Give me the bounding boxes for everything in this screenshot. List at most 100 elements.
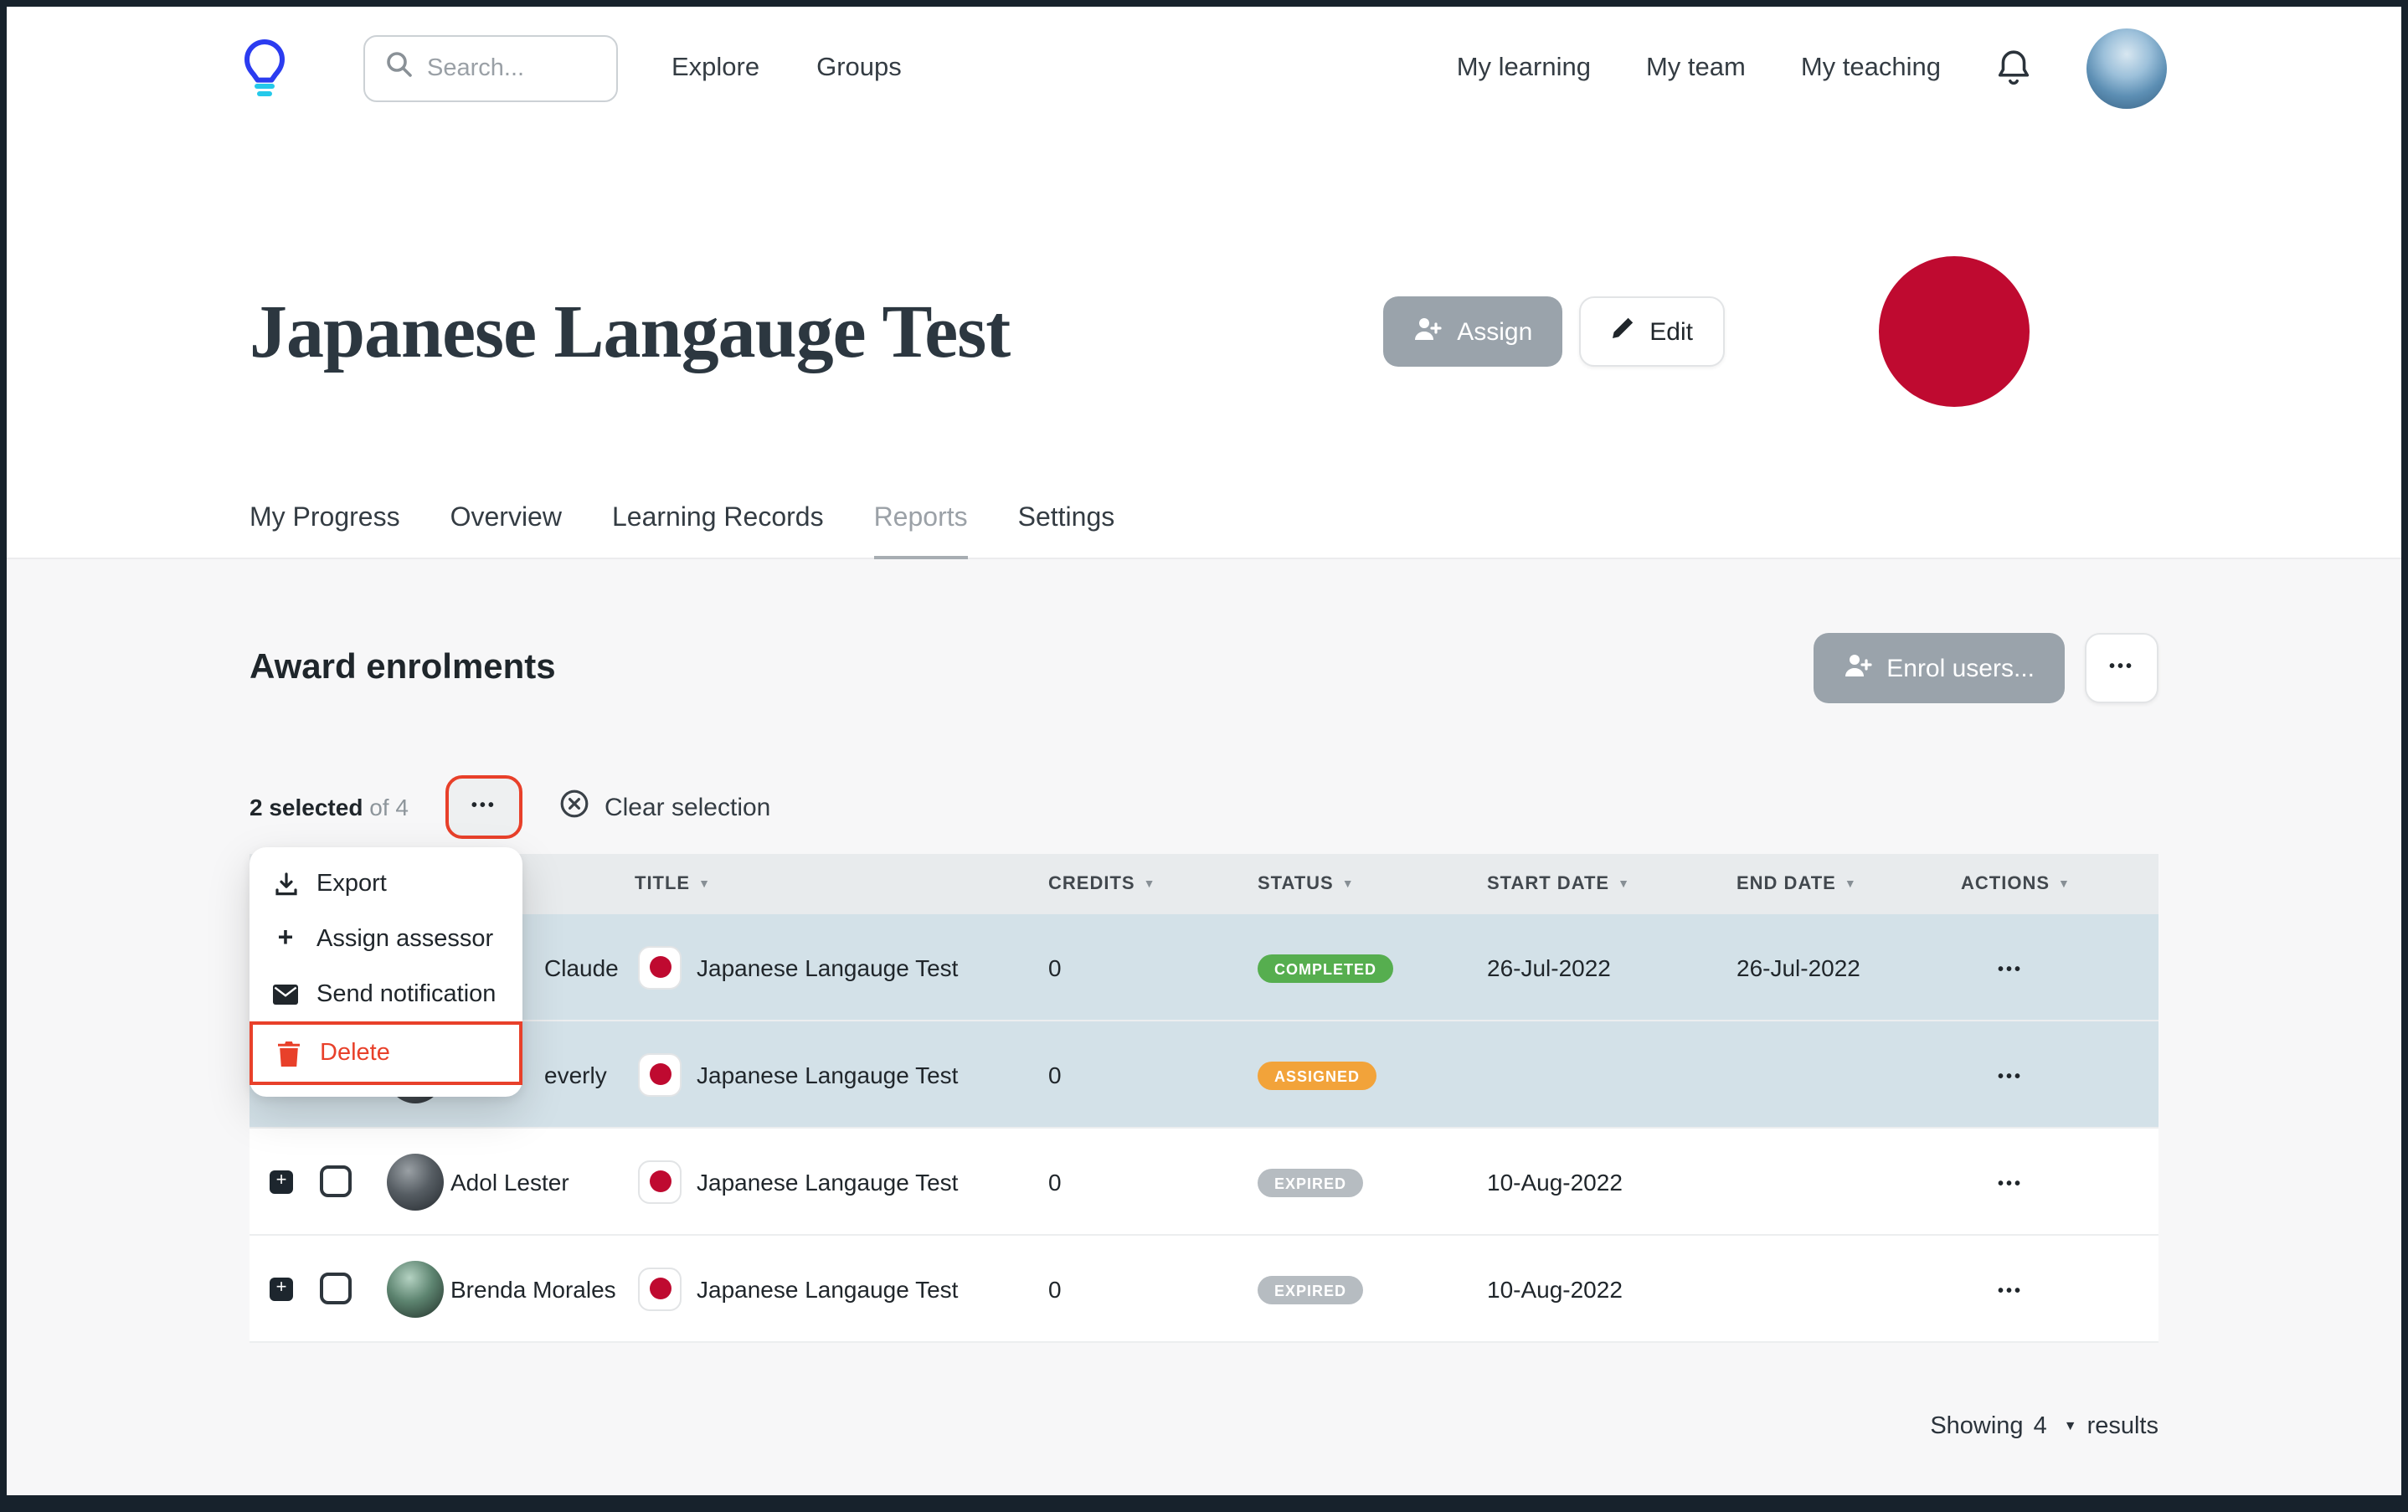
nav-my-team[interactable]: My team	[1646, 53, 1746, 83]
envelope-icon	[271, 984, 300, 1004]
column-header-status[interactable]: STATUS ▼	[1248, 874, 1477, 894]
ellipsis-icon: •••	[1998, 1175, 2024, 1194]
results-label: results	[2086, 1413, 2158, 1440]
results-count-select[interactable]: 4 ▼	[2034, 1413, 2077, 1440]
clear-selection-label: Clear selection	[604, 793, 771, 821]
row-actions-button[interactable]: •••	[1991, 1269, 2030, 1308]
bulk-actions-menu: Export + Assign assessor Send notificati…	[250, 847, 522, 1097]
course-title-link[interactable]: Japanese Langauge Test	[697, 954, 958, 980]
clear-circle-x-icon	[559, 789, 589, 825]
course-flag-icon	[638, 1160, 682, 1203]
course-flag-icon	[638, 1052, 682, 1096]
showing-label: Showing	[1930, 1413, 2024, 1440]
course-tabs: My Progress Overview Learning Records Re…	[7, 504, 2401, 559]
row-checkbox[interactable]	[320, 1273, 352, 1304]
enrol-users-button[interactable]: Enrol users...	[1813, 633, 2065, 703]
course-title-link[interactable]: Japanese Langauge Test	[697, 1275, 958, 1302]
start-date-value: 10-Aug-2022	[1487, 1168, 1623, 1195]
ellipsis-icon: •••	[1998, 1283, 2024, 1301]
more-actions-button[interactable]: •••	[2085, 633, 2158, 703]
column-header-credits[interactable]: CREDITS ▼	[1038, 874, 1248, 894]
row-checkbox[interactable]	[320, 1165, 352, 1197]
course-image-japan-flag	[1879, 256, 2030, 407]
nav-groups[interactable]: Groups	[816, 53, 902, 83]
credits-value: 0	[1048, 954, 1062, 980]
sort-caret-icon: ▼	[1844, 879, 1857, 891]
column-header-actions[interactable]: ACTIONS ▼	[1951, 874, 2158, 894]
nav-my-teaching[interactable]: My teaching	[1801, 53, 1941, 83]
expand-row-button[interactable]: +	[270, 1277, 293, 1300]
table-header-row: TITLE ▼ CREDITS ▼ STATUS ▼ START DATE ▼ END …	[250, 854, 2158, 914]
assign-button[interactable]: Assign	[1383, 296, 1563, 367]
table-row: + Brenda Morales Japanese Langauge Test …	[250, 1236, 2158, 1343]
column-header-start-date[interactable]: START DATE ▼	[1477, 874, 1726, 894]
search-input[interactable]	[427, 54, 596, 81]
menu-item-export[interactable]: Export	[250, 856, 522, 911]
learner-name[interactable]: Brenda Morales	[447, 1275, 616, 1302]
top-navbar: Explore Groups My learning My team My te…	[7, 7, 2401, 129]
trash-icon	[275, 1041, 303, 1066]
learner-avatar	[387, 1260, 444, 1317]
notifications-bell-icon[interactable]	[1996, 49, 2031, 87]
start-date-value: 10-Aug-2022	[1487, 1275, 1623, 1302]
menu-item-send-notification[interactable]: Send notification	[250, 966, 522, 1021]
results-footer: Showing 4 ▼ results	[250, 1413, 2158, 1440]
course-title-link[interactable]: Japanese Langauge Test	[697, 1061, 958, 1088]
enrol-person-icon	[1843, 652, 1871, 684]
ellipsis-icon: •••	[471, 797, 497, 815]
course-title-link[interactable]: Japanese Langauge Test	[697, 1168, 958, 1195]
status-badge: EXPIRED	[1258, 1168, 1364, 1196]
column-header-title[interactable]: TITLE ▼	[625, 874, 1038, 894]
user-nav: My learning My team My teaching	[1457, 28, 2167, 108]
course-header: Japanese Langauge Test Assign Edit My Pr…	[7, 129, 2401, 559]
sort-caret-icon: ▼	[1143, 879, 1156, 891]
pencil-icon	[1611, 316, 1634, 347]
start-date-value: 26-Jul-2022	[1487, 954, 1611, 980]
search-box[interactable]	[363, 34, 618, 101]
ellipsis-icon: •••	[1998, 1068, 2024, 1087]
table-row: + everly Japanese Langauge Test 0 ASSIGN…	[250, 1021, 2158, 1129]
app-logo-lightbulb-icon[interactable]	[241, 36, 291, 100]
status-badge: EXPIRED	[1258, 1275, 1364, 1304]
row-actions-button[interactable]: •••	[1991, 948, 2030, 986]
menu-item-assign-assessor[interactable]: + Assign assessor	[250, 911, 522, 966]
row-actions-button[interactable]: •••	[1991, 1055, 2030, 1093]
section-heading: Award enrolments	[250, 648, 556, 687]
tab-settings[interactable]: Settings	[1018, 504, 1115, 559]
tab-overview[interactable]: Overview	[450, 504, 562, 559]
primary-nav: Explore Groups	[671, 53, 902, 83]
page-title: Japanese Langauge Test	[250, 290, 1011, 373]
menu-item-delete[interactable]: Delete	[250, 1021, 522, 1085]
search-icon	[385, 50, 412, 85]
assign-person-icon	[1413, 316, 1442, 347]
selection-count: 2 selected of 4	[250, 794, 409, 820]
column-header-end-date[interactable]: END DATE ▼	[1726, 874, 1951, 894]
credits-value: 0	[1048, 1168, 1062, 1195]
menu-item-label: Assign assessor	[316, 925, 494, 952]
sort-caret-icon: ▼	[698, 879, 711, 891]
nav-explore[interactable]: Explore	[671, 53, 759, 83]
tab-reports[interactable]: Reports	[873, 504, 968, 559]
sort-caret-icon: ▼	[1618, 879, 1630, 891]
edit-button[interactable]: Edit	[1579, 296, 1725, 367]
clear-selection-button[interactable]: Clear selection	[559, 789, 770, 825]
ellipsis-icon: •••	[1998, 961, 2024, 980]
main-content: Award enrolments Enrol users... ••• 2 se…	[7, 559, 2401, 1495]
row-actions-button[interactable]: •••	[1991, 1162, 2030, 1201]
tab-my-progress[interactable]: My Progress	[250, 504, 400, 559]
learner-avatar	[387, 1153, 444, 1210]
table-row: + Claude Japanese Langauge Test 0 COMPLE…	[250, 914, 2158, 1021]
nav-my-learning[interactable]: My learning	[1457, 53, 1591, 83]
assign-button-label: Assign	[1457, 317, 1533, 346]
learner-name[interactable]: Adol Lester	[447, 1168, 569, 1195]
tab-learning-records[interactable]: Learning Records	[612, 504, 824, 559]
selection-count-rest: of 4	[369, 794, 409, 820]
plus-icon: +	[277, 923, 294, 952]
expand-row-button[interactable]: +	[270, 1170, 293, 1193]
selection-bar: 2 selected of 4 ••• Clear selection	[250, 770, 2158, 844]
selection-more-button[interactable]: •••	[445, 775, 522, 839]
user-avatar[interactable]	[2086, 28, 2167, 108]
menu-item-label: Send notification	[316, 980, 497, 1007]
selection-count-bold: 2 selected	[250, 794, 363, 820]
status-badge: ASSIGNED	[1258, 1061, 1377, 1089]
